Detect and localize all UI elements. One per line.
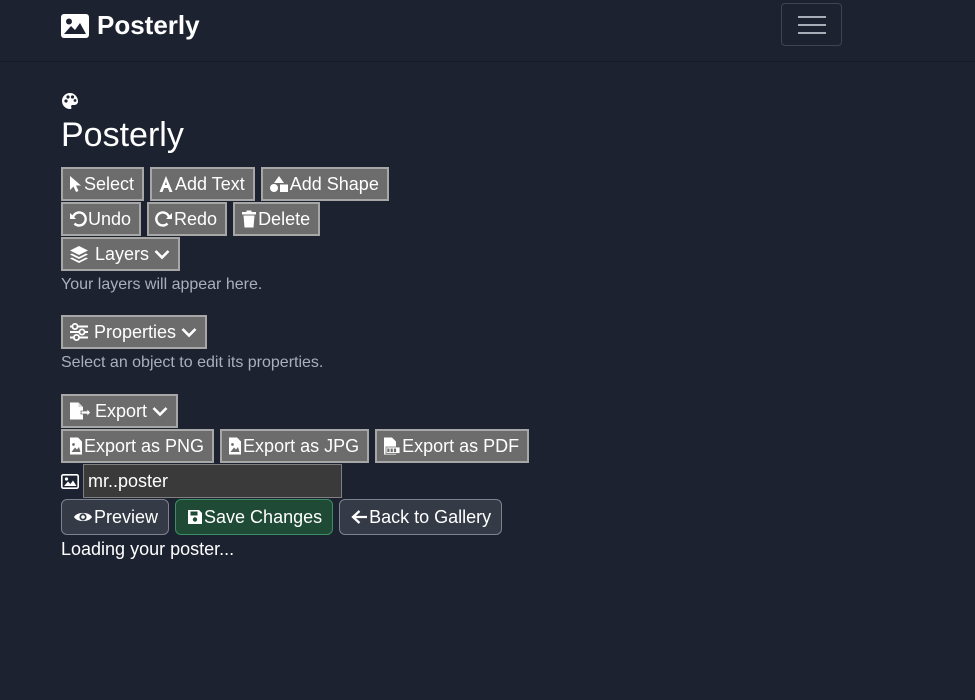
file-image-icon — [70, 437, 82, 455]
undo-button[interactable]: Undo — [61, 202, 142, 236]
chevron-down-icon — [181, 328, 197, 338]
properties-hint: Select an object to edit its properties. — [61, 354, 324, 371]
undo-icon — [70, 211, 87, 227]
back-to-gallery-label: Back to Gallery — [369, 506, 492, 527]
layers-dropdown-button[interactable]: Layers — [61, 237, 181, 271]
poster-name-input[interactable] — [83, 464, 342, 498]
redo-label: Redo — [174, 208, 218, 229]
image-icon — [61, 473, 79, 489]
add-text-label: Add Text — [175, 173, 245, 194]
properties-label: Properties — [94, 321, 177, 342]
brand-name: Posterly — [97, 10, 200, 40]
tool-row-1: Select Add Text Add Shape — [61, 167, 389, 201]
actions-row: Preview Save Changes Back to Gallery — [61, 499, 503, 535]
export-png-label: Export as PNG — [84, 435, 205, 456]
chevron-down-icon — [152, 407, 168, 417]
layers-icon — [70, 246, 88, 263]
loading-status: Loading your poster... — [61, 539, 235, 559]
properties-row: Properties — [61, 315, 208, 349]
export-png-button[interactable]: Export as PNG — [61, 429, 215, 463]
export-jpg-label: Export as JPG — [243, 435, 360, 456]
redo-button[interactable]: Redo — [147, 202, 228, 236]
image-icon — [61, 13, 89, 38]
file-pdf-icon — [384, 437, 401, 455]
poster-name-row — [61, 464, 342, 498]
back-to-gallery-button[interactable]: Back to Gallery — [339, 499, 503, 535]
navbar: Posterly — [0, 0, 975, 62]
add-text-button[interactable]: Add Text — [150, 167, 255, 201]
file-export-icon — [70, 402, 91, 420]
menu-toggle-button[interactable] — [781, 3, 842, 46]
delete-label: Delete — [258, 208, 311, 229]
trash-icon — [242, 210, 257, 228]
layers-row: Layers — [61, 237, 181, 271]
palette-icon — [61, 92, 79, 115]
redo-icon — [155, 211, 173, 227]
select-tool-button[interactable]: Select — [61, 167, 145, 201]
delete-button[interactable]: Delete — [233, 202, 321, 236]
sliders-icon — [70, 323, 88, 341]
save-changes-button[interactable]: Save Changes — [175, 499, 334, 535]
export-row: Export — [61, 394, 179, 428]
chevron-down-icon — [154, 250, 170, 260]
hamburger-icon — [797, 15, 826, 34]
shapes-icon — [269, 176, 288, 192]
layers-hint: Your layers will appear here. — [61, 276, 263, 293]
export-pdf-label: Export as PDF — [402, 435, 520, 456]
export-pdf-button[interactable]: Export as PDF — [375, 429, 530, 463]
export-options-row: Export as PNG Export as JPG Export as PD… — [61, 429, 530, 463]
eye-icon — [74, 512, 92, 522]
text-icon — [159, 176, 173, 192]
save-icon — [188, 510, 203, 524]
export-jpg-button[interactable]: Export as JPG — [220, 429, 370, 463]
select-label: Select — [84, 173, 135, 194]
preview-label: Preview — [94, 506, 159, 527]
export-dropdown-button[interactable]: Export — [61, 394, 179, 428]
add-shape-label: Add Shape — [289, 173, 379, 194]
save-changes-label: Save Changes — [204, 506, 323, 527]
brand-link[interactable]: Posterly — [61, 10, 200, 41]
add-shape-button[interactable]: Add Shape — [260, 167, 389, 201]
file-image-icon — [229, 437, 242, 455]
properties-dropdown-button[interactable]: Properties — [61, 315, 208, 349]
layers-label: Layers — [95, 243, 150, 264]
export-label: Export — [95, 400, 148, 421]
preview-button[interactable]: Preview — [61, 499, 170, 535]
undo-label: Undo — [88, 208, 132, 229]
tool-row-2: Undo Redo Delete — [61, 202, 321, 236]
cursor-icon — [70, 176, 81, 192]
arrow-left-icon — [351, 510, 368, 524]
page-title: Posterly — [61, 116, 184, 154]
